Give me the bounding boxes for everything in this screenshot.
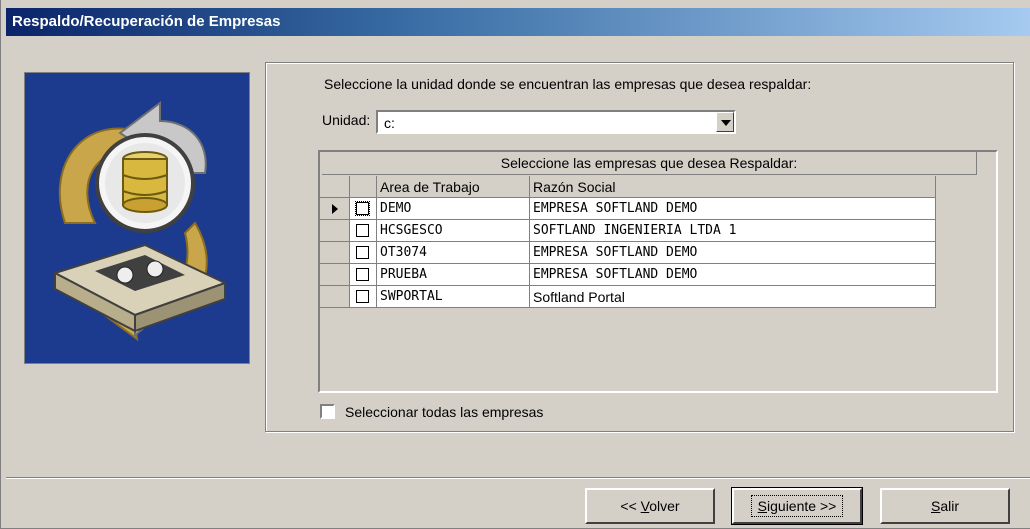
- grid-caption: Seleccione las empresas que desea Respal…: [322, 152, 977, 175]
- companies-grid[interactable]: Seleccione las empresas que desea Respal…: [318, 150, 998, 393]
- row-checkbox[interactable]: [355, 201, 370, 216]
- back-button[interactable]: << Volver: [585, 488, 715, 524]
- cell-razon-social[interactable]: EMPRESA SOFTLAND DEMO: [530, 242, 936, 264]
- exit-button-label: Salir: [930, 498, 959, 514]
- select-all-box[interactable]: [320, 404, 335, 419]
- cell-razon-social[interactable]: EMPRESA SOFTLAND DEMO: [530, 264, 936, 286]
- row-checkbox-cell: [350, 264, 377, 286]
- cell-razon-social[interactable]: SOFTLAND INGENIERIA LTDA 1: [530, 220, 936, 242]
- cell-area[interactable]: OT3074: [377, 242, 530, 264]
- row-checkbox[interactable]: [356, 268, 369, 281]
- unit-dropdown[interactable]: c:: [376, 110, 736, 134]
- row-selector[interactable]: [320, 264, 350, 286]
- row-selector[interactable]: [320, 286, 350, 308]
- next-button[interactable]: Siguiente >>: [731, 487, 863, 525]
- window-title: Respaldo/Recuperación de Empresas: [12, 13, 281, 30]
- unit-value: c:: [384, 115, 395, 131]
- row-checkbox[interactable]: [356, 224, 369, 237]
- select-all-label[interactable]: Seleccionar todas las empresas: [345, 404, 543, 420]
- row-checkbox-cell: [350, 286, 377, 308]
- cell-area[interactable]: PRUEBA: [377, 264, 530, 286]
- unit-label: Unidad:: [322, 112, 371, 128]
- cell-area[interactable]: HCSGESCO: [377, 220, 530, 242]
- header-check-col: [350, 176, 377, 198]
- cell-razon-social[interactable]: EMPRESA SOFTLAND DEMO: [530, 198, 936, 220]
- instruction-text: Seleccione la unidad donde se encuentran…: [324, 76, 812, 92]
- row-checkbox[interactable]: [356, 246, 369, 259]
- column-header-razon[interactable]: Razón Social: [530, 176, 936, 198]
- next-button-label: Siguiente >>: [750, 495, 844, 517]
- row-checkbox-cell: [350, 242, 377, 264]
- cell-area[interactable]: DEMO: [377, 198, 530, 220]
- row-selector[interactable]: [320, 198, 350, 220]
- title-bar: Respaldo/Recuperación de Empresas: [6, 8, 1030, 36]
- bottom-separator: [6, 477, 1030, 479]
- cell-area[interactable]: SWPORTAL: [377, 286, 530, 308]
- row-checkbox-cell: [350, 220, 377, 242]
- row-checkbox-cell: [350, 198, 377, 220]
- back-button-label: << Volver: [620, 498, 680, 514]
- dropdown-button[interactable]: [716, 112, 734, 132]
- chevron-down-icon: [721, 120, 731, 126]
- row-selector[interactable]: [320, 220, 350, 242]
- wizard-illustration: [24, 72, 250, 364]
- header-pointer-col: [320, 176, 350, 198]
- exit-button[interactable]: Salir: [880, 488, 1010, 524]
- row-checkbox[interactable]: [356, 290, 369, 303]
- database-backup-illustration-icon: [25, 73, 249, 363]
- row-pointer-icon: [332, 204, 338, 214]
- cell-razon-social[interactable]: Softland Portal: [530, 286, 936, 308]
- column-header-area[interactable]: Area de Trabajo: [377, 176, 530, 198]
- row-selector[interactable]: [320, 242, 350, 264]
